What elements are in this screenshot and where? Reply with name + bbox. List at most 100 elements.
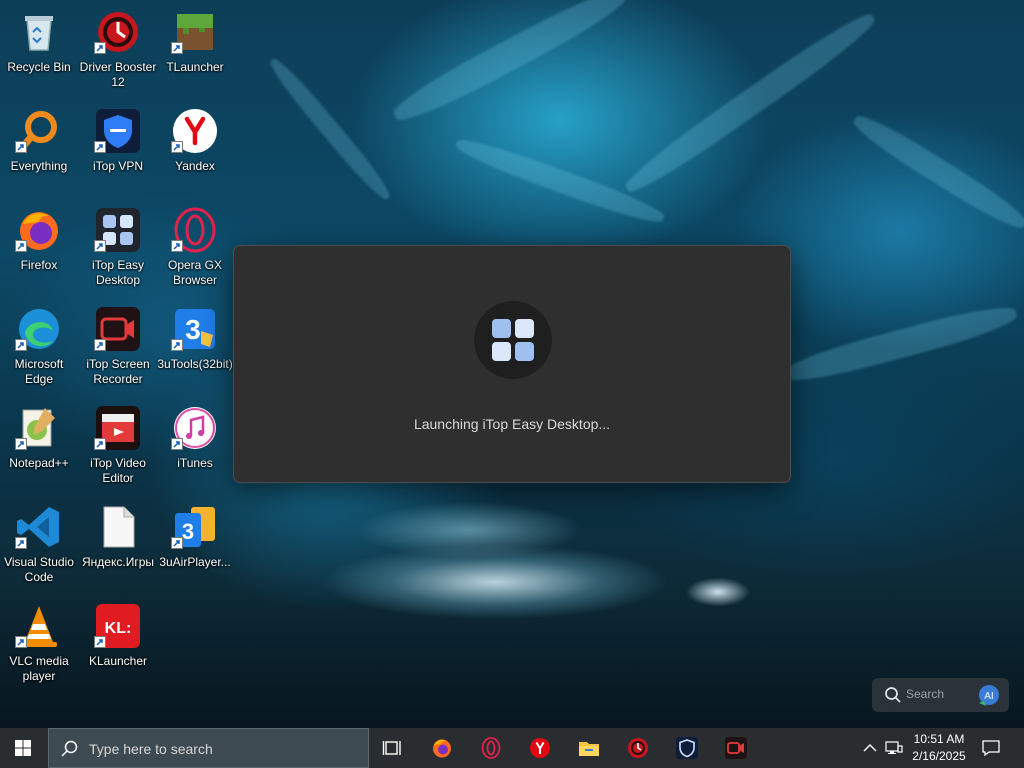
taskbar-driver-booster[interactable] — [614, 728, 662, 768]
search-icon — [884, 686, 902, 704]
desktop-icon-firefox[interactable]: Firefox — [0, 200, 78, 296]
taskbar-itop-screen-recorder[interactable] — [712, 728, 760, 768]
desktop-icon-recycle-bin[interactable]: Recycle Bin — [0, 2, 78, 98]
desktop-icon-klauncher[interactable]: KL: KLauncher — [79, 596, 157, 692]
desktop-icon-vlc[interactable]: VLC media player — [0, 596, 78, 692]
search-widget-placeholder: Search — [906, 687, 945, 701]
shortcut-arrow-icon — [94, 636, 106, 648]
desktop-icon-label: iTop Easy Desktop — [91, 258, 145, 287]
desktop-icon-label: Yandex — [175, 159, 215, 173]
desktop-icon-label: 3uAirPlayer... — [159, 555, 231, 569]
desktop-icon-label: Recycle Bin — [7, 60, 71, 74]
shortcut-arrow-icon — [94, 240, 106, 252]
itop-easy-desktop-logo-icon — [474, 301, 552, 379]
windows-logo-icon — [15, 740, 31, 756]
desktop-icon-notepad-plus-plus[interactable]: Notepad++ — [0, 398, 78, 494]
desktop-icon-label: VLC media player — [9, 654, 69, 683]
shortcut-arrow-icon — [15, 240, 27, 252]
desktop-icon-visual-studio-code[interactable]: Visual Studio Code — [0, 497, 78, 593]
desktop-icon-everything[interactable]: Everything — [0, 101, 78, 197]
desktop-icon-microsoft-edge[interactable]: Microsoft Edge — [0, 299, 78, 395]
desktop-icon-label: Opera GX Browser — [167, 258, 223, 287]
blank-file-icon — [94, 503, 142, 551]
desktop-icon-label: iTop VPN — [92, 159, 144, 173]
shortcut-arrow-icon — [171, 537, 183, 549]
recycle-bin-icon — [15, 8, 63, 56]
svg-text:3: 3 — [182, 519, 194, 544]
shortcut-arrow-icon — [171, 240, 183, 252]
desktop-icon-itop-video-editor[interactable]: iTop Video Editor — [79, 398, 157, 494]
shortcut-arrow-icon — [15, 636, 27, 648]
svg-text:KL:: KL: — [105, 620, 132, 637]
desktop-search-widget[interactable]: Search AI — [872, 678, 1009, 712]
taskbar-file-explorer[interactable] — [565, 728, 613, 768]
task-view-button[interactable] — [369, 728, 417, 768]
desktop-icon-3uairplayer[interactable]: 3 3uAirPlayer... — [156, 497, 234, 593]
dialog-message: Launching iTop Easy Desktop... — [413, 416, 611, 432]
desktop-icon-itop-screen-recorder[interactable]: iTop Screen Recorder — [79, 299, 157, 395]
taskbar-clock[interactable]: 10:51 AM 2/16/2025 — [905, 731, 973, 765]
desktop-icon-label: iTunes — [177, 456, 213, 470]
shortcut-arrow-icon — [15, 141, 27, 153]
desktop-icon-label: Firefox — [20, 258, 58, 272]
show-hidden-icons-chevron-up-icon[interactable] — [860, 738, 880, 758]
shortcut-arrow-icon — [94, 438, 106, 450]
shortcut-arrow-icon — [15, 438, 27, 450]
network-icon[interactable] — [884, 738, 904, 758]
shortcut-arrow-icon — [171, 141, 183, 153]
shortcut-arrow-icon — [15, 339, 27, 351]
shortcut-arrow-icon — [94, 339, 106, 351]
itop-vpn-icon — [676, 737, 698, 759]
start-button[interactable] — [0, 728, 48, 768]
clock-time: 10:51 AM — [913, 732, 965, 746]
desktop-icon-label: Microsoft Edge — [14, 357, 64, 386]
ai-badge-text: AI — [984, 691, 993, 702]
desktop-wallpaper[interactable]: Recycle Bin Everything Firefox Microsoft… — [0, 0, 1024, 728]
opera-gx-icon — [481, 737, 501, 759]
launch-dialog: Launching iTop Easy Desktop... — [233, 245, 791, 483]
desktop-icon-label: 3uTools(32bit) — [157, 357, 233, 371]
shortcut-arrow-icon — [171, 339, 183, 351]
desktop-icon-yandex[interactable]: Yandex — [156, 101, 234, 197]
svg-text:3: 3 — [185, 314, 201, 345]
yandex-icon — [530, 738, 550, 758]
file-explorer-icon — [579, 742, 599, 756]
shortcut-arrow-icon — [94, 42, 106, 54]
driver-booster-icon — [628, 738, 648, 758]
taskbar: Type here to search 10:51 AM 2/16/2025 — [0, 728, 1024, 768]
desktop-icon-label: TLauncher — [166, 60, 224, 74]
taskbar-itop-vpn[interactable] — [663, 728, 711, 768]
firefox-icon — [433, 739, 451, 758]
desktop-icon-label: iTop Video Editor — [90, 456, 146, 485]
desktop-icon-itunes[interactable]: iTunes — [156, 398, 234, 494]
taskbar-yandex[interactable] — [516, 728, 564, 768]
task-view-icon — [382, 741, 401, 755]
itop-screen-recorder-icon — [725, 737, 747, 759]
desktop-icon-3utools[interactable]: 3 3uTools(32bit) — [156, 299, 234, 395]
taskbar-search-box[interactable]: Type here to search — [48, 728, 369, 768]
search-icon — [61, 740, 78, 757]
taskbar-opera-gx[interactable] — [467, 728, 515, 768]
desktop-icon-driver-booster[interactable]: Driver Booster 12 — [79, 2, 157, 98]
desktop-icon-itop-vpn[interactable]: iTop VPN — [79, 101, 157, 197]
shortcut-arrow-icon — [15, 537, 27, 549]
desktop-icon-label: Notepad++ — [9, 456, 69, 470]
ai-assistant-icon[interactable]: AI — [975, 683, 1001, 709]
desktop-icon-label: Яндекс.Игры — [82, 555, 154, 569]
desktop-icon-tlauncher[interactable]: TLauncher — [156, 2, 234, 98]
shortcut-arrow-icon — [171, 438, 183, 450]
shortcut-arrow-icon — [171, 42, 183, 54]
desktop-icon-label: iTop Screen Recorder — [86, 357, 150, 386]
notification-center-icon[interactable] — [981, 738, 1001, 758]
desktop-icon-label: Everything — [10, 159, 68, 173]
taskbar-search-placeholder: Type here to search — [89, 741, 213, 757]
taskbar-firefox[interactable] — [418, 728, 466, 768]
clock-date: 2/16/2025 — [912, 749, 966, 763]
desktop-icon-yandex-games[interactable]: Яндекс.Игры — [79, 497, 157, 593]
desktop-icon-label: Driver Booster 12 — [79, 60, 157, 89]
desktop-icon-label: Visual Studio Code — [4, 555, 74, 584]
desktop-icon-opera-gx[interactable]: Opera GX Browser — [156, 200, 234, 296]
shortcut-arrow-icon — [94, 141, 106, 153]
desktop-icon-label: KLauncher — [88, 654, 148, 668]
desktop-icon-itop-easy-desktop[interactable]: iTop Easy Desktop — [79, 200, 157, 296]
